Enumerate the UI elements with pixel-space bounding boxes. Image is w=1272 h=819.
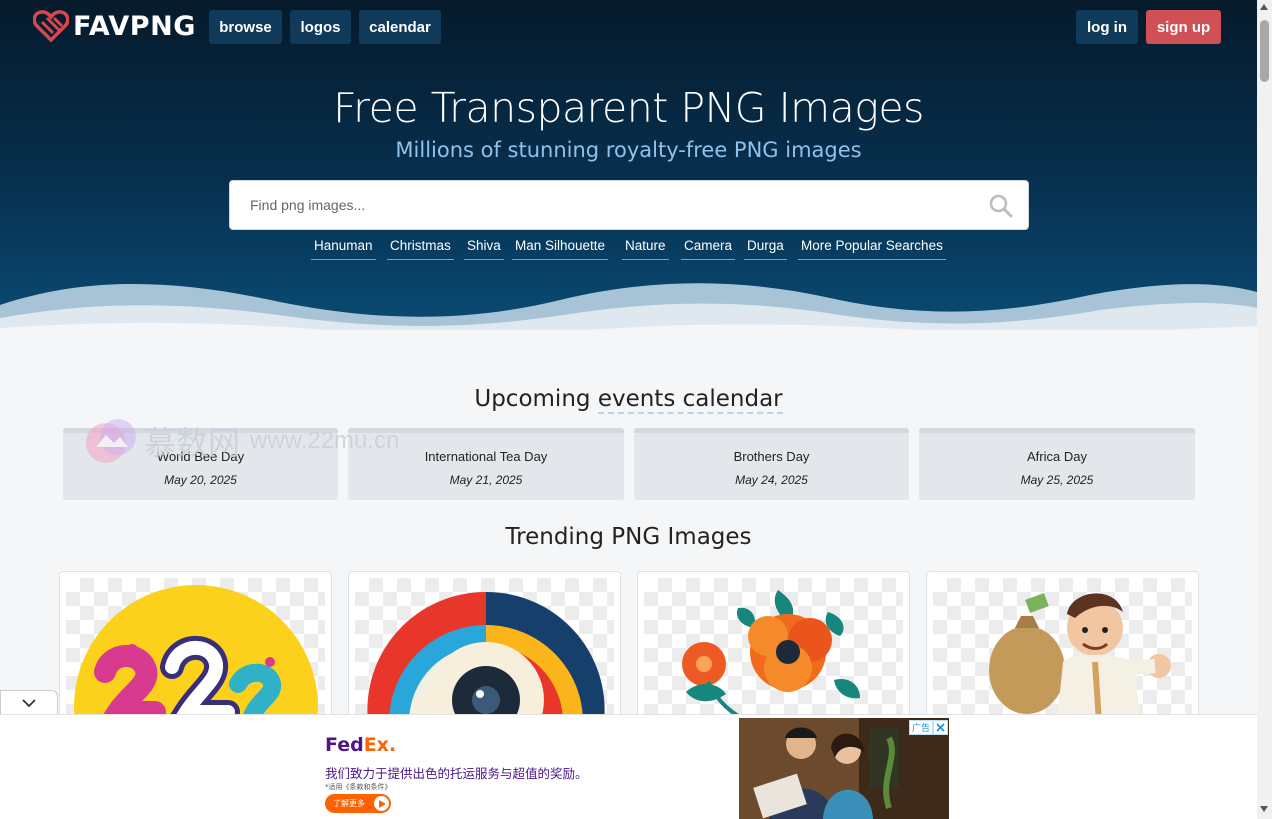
hero-title: Free Transparent PNG Images [333,84,924,132]
trending-image-card[interactable] [59,571,332,721]
login-button[interactable]: log in [1076,10,1138,44]
watermark-overlay: 慕数网 www.22mu.cn [82,413,399,469]
camera-lens-logo-image [367,591,605,720]
popular-search-link[interactable]: Christmas [387,238,454,260]
event-card[interactable]: Africa Day May 25, 2025 [919,428,1195,500]
nav-calendar-button[interactable]: calendar [359,10,441,44]
nav-browse-button[interactable]: browse [209,10,282,44]
watermark-logo-icon [86,419,136,463]
fedex-ad-banner[interactable]: FedEx. 我们致力于提供出色的托运服务与超值的奖励。 *适用《条款和条件》 … [309,718,949,819]
fedex-logo-dot: . [388,734,397,756]
event-date: May 21, 2025 [449,473,523,487]
ad-learn-more-button[interactable]: 了解更多 [325,794,391,813]
signup-button[interactable]: sign up [1146,10,1221,44]
watermark-cn-text: 慕数网 [144,424,241,462]
ad-headline: 我们致力于提供出色的托运服务与超值的奖励。 [325,766,588,781]
ad-collapse-tab[interactable] [0,690,58,716]
scrollbar-thumb[interactable] [1260,20,1269,82]
page-scrollbar[interactable] [1257,0,1272,819]
ad-tag-label: 广告 [908,720,933,735]
number-2023-image [74,585,318,720]
event-date: May 24, 2025 [735,473,808,487]
popular-search-link[interactable]: Camera [681,238,736,260]
search-icon[interactable] [988,193,1014,219]
ad-close-button[interactable] [933,720,948,735]
event-date: May 20, 2025 [164,473,237,487]
search-input[interactable] [230,181,970,229]
events-title-prefix: Upcoming [474,386,598,412]
trending-image-card[interactable] [637,571,910,721]
watermark-url-text: www.22mu.cn [250,427,400,454]
logo-text: FAVPNG [73,10,196,42]
popular-search-link[interactable]: More Popular Searches [798,238,946,260]
ad-fine-print: *适用《条款和条件》 [325,783,392,791]
popular-search-link[interactable]: Man Silhouette [512,238,609,260]
trending-image-card[interactable] [926,571,1199,721]
event-date: May 25, 2025 [1020,473,1094,487]
event-name: Africa Day [1027,449,1087,464]
nav-logos-button[interactable]: logos [290,10,351,44]
scroll-down-arrow-icon[interactable] [1260,806,1268,812]
hero-banner: FAVPNG browse logos calendar log in sign… [0,0,1257,330]
events-title-link[interactable]: events calendar [597,386,783,414]
flower-illustration-image [682,590,860,720]
chevron-down-icon [22,699,36,708]
play-icon [374,796,389,811]
events-section-title: Upcoming events calendar [0,386,1257,414]
ad-cta-label: 了解更多 [333,799,365,808]
popular-search-link[interactable]: Shiva [464,238,504,260]
hero-subtitle: Millions of stunning royalty-free PNG im… [395,138,862,162]
site-logo[interactable]: FAVPNG [33,10,196,42]
event-card[interactable]: Brothers Day May 24, 2025 [634,428,909,500]
fedex-logo-ex: Ex [363,734,389,756]
popular-search-link[interactable]: Durga [744,238,787,260]
close-icon [936,723,945,732]
hero-wave [0,283,1257,330]
search-box [229,180,1029,230]
fedex-logo: FedEx. [325,734,396,756]
man-with-money-bag-image [989,593,1171,720]
popular-search-link[interactable]: Nature [622,238,669,260]
scroll-up-arrow-icon[interactable] [1260,4,1268,10]
event-name: Brothers Day [733,449,810,464]
popular-search-link[interactable]: Hanuman [311,238,376,260]
trending-image-card[interactable] [348,571,621,721]
trending-section-title: Trending PNG Images [505,524,752,550]
heart-logo-icon [33,10,69,42]
fedex-logo-fed: Fed [325,734,364,756]
